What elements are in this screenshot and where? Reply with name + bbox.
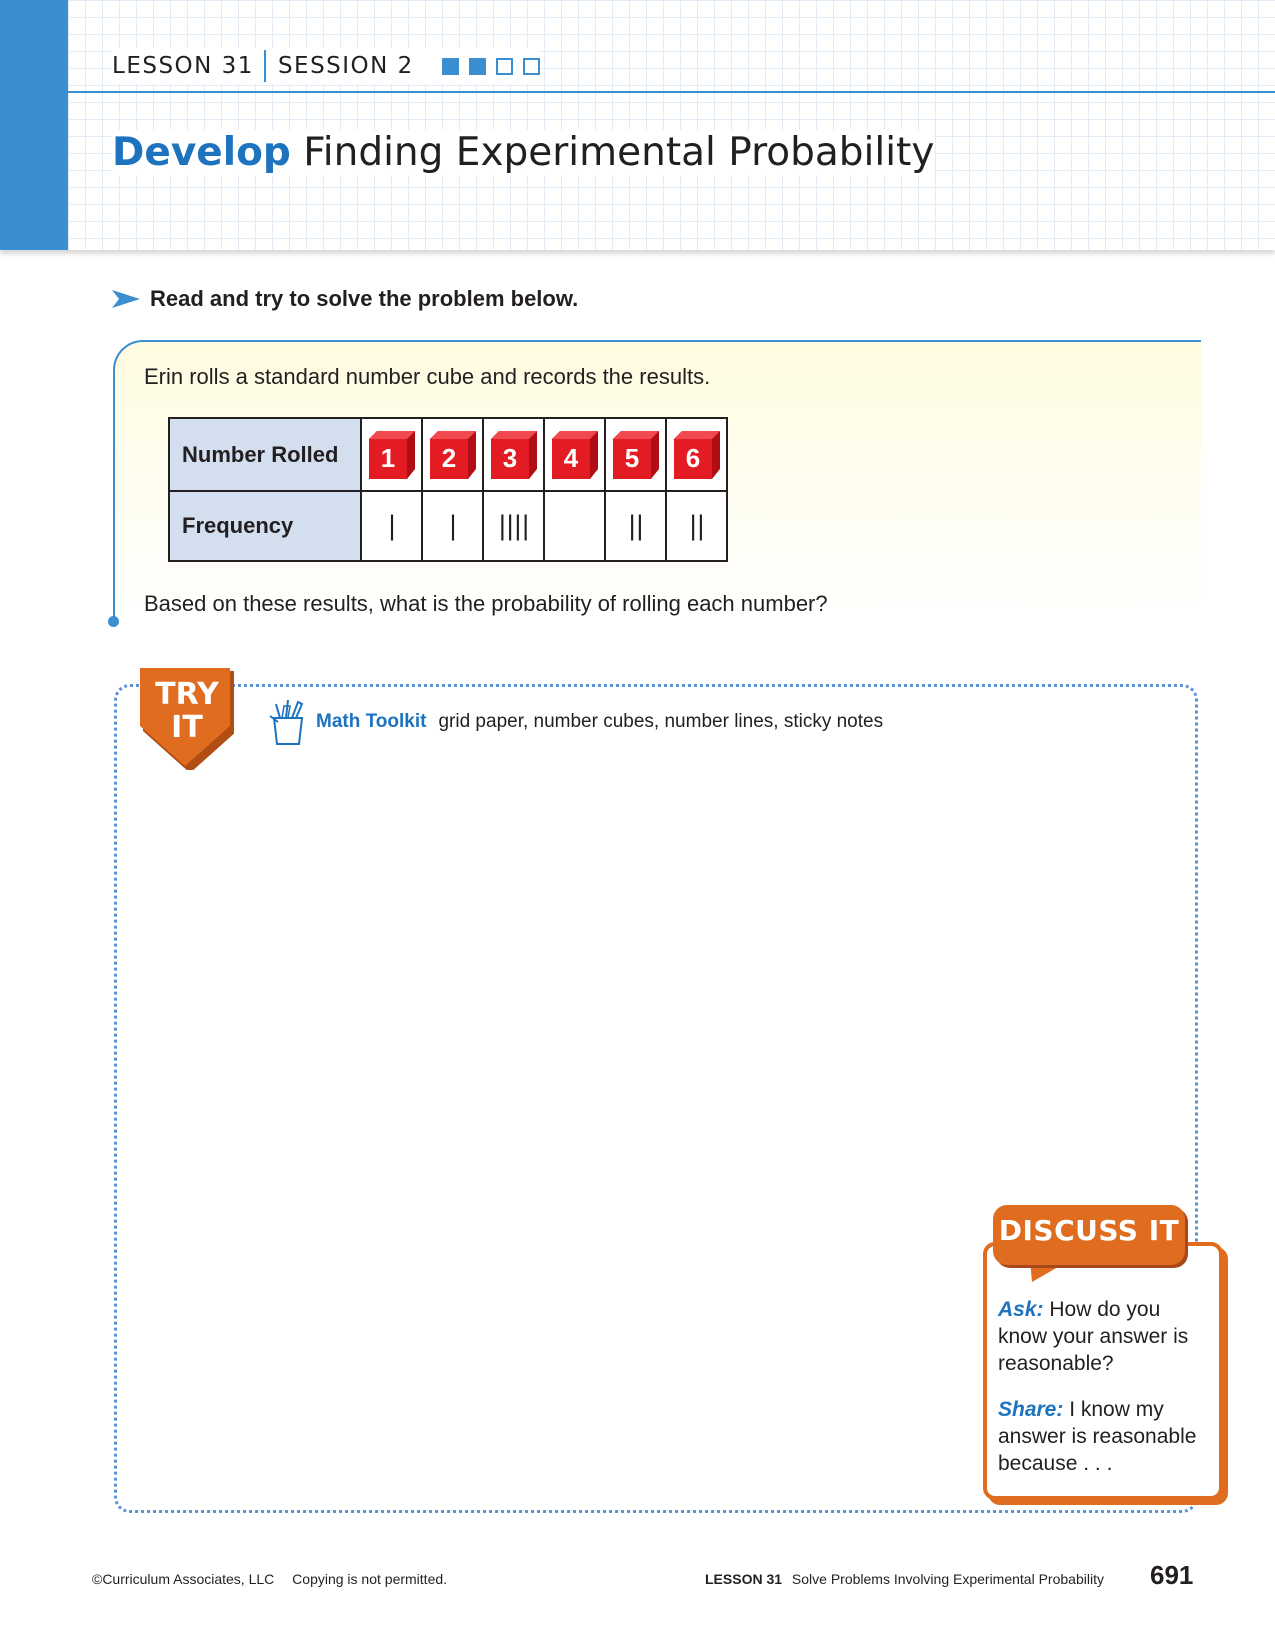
die-cell-2: 2 [421,417,484,492]
header-side-bar [0,0,68,250]
footer-notice: Copying is not permitted. [292,1571,448,1587]
die-cell-4: 4 [543,417,606,492]
instruction-text: Read and try to solve the problem below. [150,286,579,311]
title-topic: Finding Experimental Probability [303,130,935,175]
share-label: Share: [998,1398,1064,1421]
tally-1: | [387,511,397,541]
discuss-ask: Ask: How do you know your answer is reas… [998,1296,1203,1377]
footer-right: LESSON 31 Solve Problems Involving Exper… [705,1571,1104,1587]
frequency-cell-4 [543,490,606,562]
footer-copyright: ©Curriculum Associates, LLC [92,1571,275,1587]
die-number-1: 1 [380,443,394,473]
tally-6: || [688,511,706,541]
toolkit-title: Math Toolkit [316,711,427,732]
try-it-line1: TRY [155,677,219,712]
discuss-share: Share: I know my answer is reasonable be… [998,1396,1203,1477]
frequency-cell-2: | [421,490,484,562]
problem-box-dot [108,616,119,627]
progress-square-2 [468,57,486,75]
tally-2: | [448,511,458,541]
die-cell-5: 5 [604,417,667,492]
arrow-right-icon [112,290,140,308]
session-progress [441,57,540,75]
footer-lesson-title: Solve Problems Involving Experimental Pr… [791,1571,1104,1587]
die-icon-6: 6 [673,430,720,479]
die-cell-1: 1 [360,417,423,492]
die-icon-3: 3 [490,430,537,479]
toolkit-items: grid paper, number cubes, number lines, … [438,711,884,732]
session-label: SESSION 2 [277,53,414,79]
try-it-label: TRY IT [140,678,234,744]
table-row-frequency: Frequency | | |||| || || [168,490,728,562]
die-number-6: 6 [685,443,699,473]
tally-3: |||| [497,511,530,541]
lesson-label: LESSON 31 [112,53,254,79]
die-icon-2: 2 [429,430,476,479]
page-number: 691 [1150,1560,1194,1590]
die-icon-5: 5 [612,430,659,479]
try-it-line2: IT [171,710,203,745]
problem-question: Based on these results, what is the prob… [144,591,828,616]
die-cell-6: 6 [665,417,728,492]
frequency-cell-6: || [665,490,728,562]
progress-square-1 [441,57,459,75]
problem-intro: Erin rolls a standard number cube and re… [144,364,711,389]
row-header-number-rolled: Number Rolled [168,417,362,492]
lesson-separator [263,50,266,82]
row-header-frequency: Frequency [168,490,362,562]
footer-left: ©Curriculum Associates, LLC Copying is n… [92,1571,461,1587]
page-title: Develop Finding Experimental Probability [112,130,935,175]
discuss-it-label: DISCUSS IT [998,1214,1180,1247]
frequency-cell-3: |||| [482,490,545,562]
die-number-2: 2 [441,443,455,473]
pencil-cup-icon [269,699,304,745]
frequency-table: Number Rolled 1 2 3 4 5 6 Frequency | | … [168,417,728,562]
instruction: Read and try to solve the problem below. [112,286,578,312]
frequency-cell-5: || [604,490,667,562]
die-number-5: 5 [624,443,638,473]
header-rule [68,91,1275,93]
frequency-cell-1: | [360,490,423,562]
die-number-4: 4 [563,443,578,473]
title-develop: Develop [112,130,291,175]
footer-lesson: LESSON 31 [705,1571,783,1587]
table-row-number-rolled: Number Rolled 1 2 3 4 5 6 [168,417,728,492]
tally-5: || [627,511,645,541]
die-icon-4: 4 [551,430,598,479]
die-icon-1: 1 [368,430,415,479]
progress-square-3 [495,57,513,75]
math-toolkit: Math Toolkit grid paper, number cubes, n… [268,698,883,746]
progress-square-4 [522,57,540,75]
lesson-session-line: LESSON 31 SESSION 2 [112,48,540,84]
ask-label: Ask: [998,1298,1044,1321]
die-cell-3: 3 [482,417,545,492]
die-number-3: 3 [502,443,516,473]
page-header: LESSON 31 SESSION 2 Develop Finding Expe… [0,0,1275,250]
